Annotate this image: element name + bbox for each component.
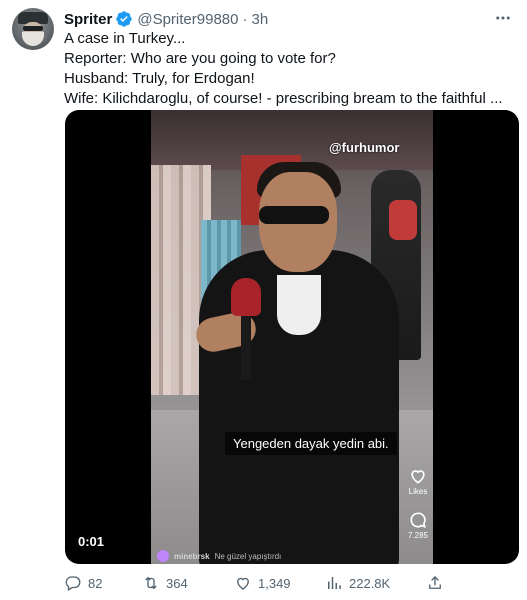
video-timestamp: 0:01: [78, 534, 105, 549]
commenter-avatar: [157, 550, 169, 562]
verified-badge-icon: [115, 10, 133, 28]
video-watermark: @furhumor: [329, 140, 400, 155]
avatar[interactable]: [12, 8, 54, 50]
reply-icon: [65, 576, 81, 591]
video-side-comments-count: 7.285: [407, 531, 429, 540]
video-player[interactable]: @furhumor Yengeden dayak yedin abi. Like…: [65, 110, 519, 564]
tweet-header: Spriter @Spriter99880 · 3h: [64, 9, 268, 29]
comment-bubble-icon: [410, 512, 426, 529]
reply-button[interactable]: 82: [64, 572, 102, 594]
action-bar: 82 364 1,349 222.8K: [60, 572, 522, 594]
heart-icon: [411, 470, 425, 484]
video-side-like: Likes: [405, 466, 431, 496]
views-icon: [328, 577, 341, 589]
comment-text: Ne güzel yapıştırdı: [214, 551, 282, 561]
microphone: [231, 278, 261, 316]
tweet-time[interactable]: 3h: [251, 11, 268, 28]
reply-count: 82: [88, 575, 103, 591]
author-name[interactable]: Spriter: [64, 11, 112, 28]
like-icon: [237, 577, 249, 590]
tweet-text-line: A case in Turkey...: [64, 30, 186, 47]
tweet-text-line: Wife: Kilichdaroglu, of course! - prescr…: [64, 90, 503, 107]
tweet-text: A case in Turkey... Reporter: Who are yo…: [64, 29, 514, 109]
retweet-icon: [145, 576, 157, 590]
like-count: 1,349: [258, 575, 291, 591]
tweet-text-line: Reporter: Who are you going to vote for?: [64, 50, 336, 67]
video-side-likes-label: Likes: [408, 487, 428, 496]
video-comment-overlay: minebrsk Ne güzel yapıştırdı: [157, 550, 281, 562]
video-frame: @furhumor Yengeden dayak yedin abi. Like…: [151, 110, 433, 564]
more-options-icon[interactable]: [491, 9, 515, 27]
video-side-comment: 7.285: [405, 510, 431, 540]
author-handle[interactable]: @Spriter99880: [137, 11, 238, 28]
retweet-button[interactable]: 364: [142, 572, 188, 594]
retweet-count: 364: [166, 575, 188, 591]
tweet-card[interactable]: Spriter @Spriter99880 · 3h A case in Tur…: [0, 0, 527, 600]
video-caption: Yengeden dayak yedin abi.: [225, 432, 397, 455]
like-button[interactable]: 1,349: [234, 572, 291, 594]
share-icon: [429, 576, 441, 589]
comment-username: minebrsk: [174, 551, 210, 561]
views-count: 222.8K: [349, 575, 391, 591]
separator-dot: ·: [242, 10, 248, 28]
tweet-text-line: Husband: Truly, for Erdogan!: [64, 70, 255, 87]
share-button[interactable]: [426, 572, 444, 594]
views-button[interactable]: 222.8K: [325, 572, 390, 594]
